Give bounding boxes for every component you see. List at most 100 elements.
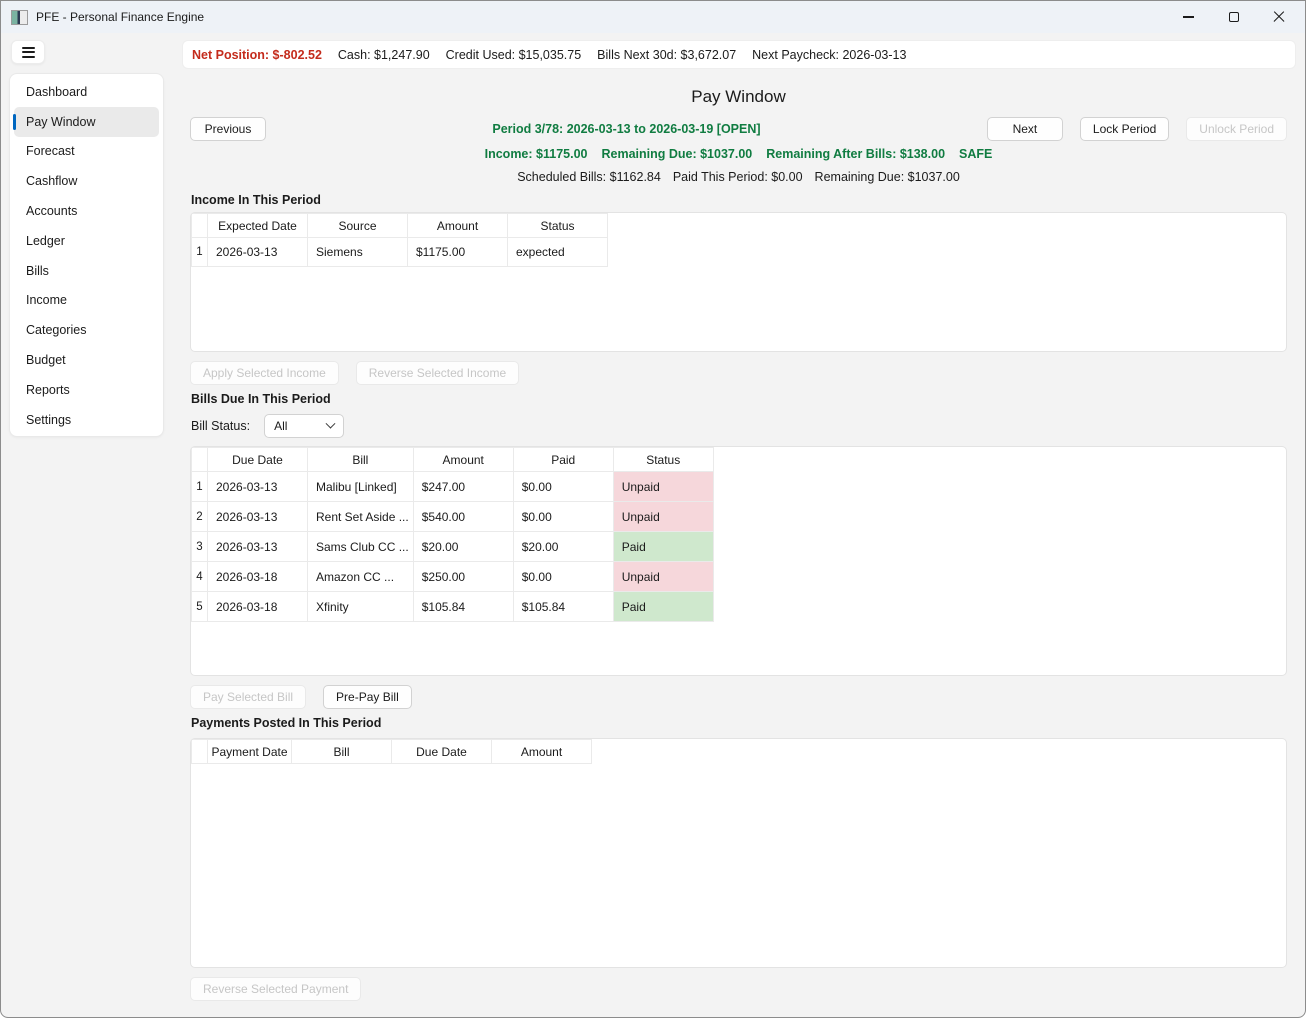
income-actions: Apply Selected Income Reverse Selected I…: [190, 361, 519, 385]
summary-income: Income: $1175.00: [485, 147, 588, 161]
bill-due-date-cell[interactable]: 2026-03-13: [208, 472, 308, 502]
bill-paid-cell[interactable]: $0.00: [513, 472, 613, 502]
sidebar-item-accounts[interactable]: Accounts: [14, 196, 159, 226]
income-status-cell[interactable]: expected: [508, 238, 608, 267]
summary-scheduled-bills: Scheduled Bills: $1162.84: [517, 170, 661, 184]
row-number[interactable]: 5: [192, 592, 208, 622]
income-col-source: Source: [308, 214, 408, 238]
bill-paid-cell[interactable]: $0.00: [513, 562, 613, 592]
app-icon: [11, 10, 28, 25]
sidebar-item-ledger[interactable]: Ledger: [14, 226, 159, 256]
next-period-button[interactable]: Next: [987, 117, 1063, 141]
bill-due-date-cell[interactable]: 2026-03-18: [208, 592, 308, 622]
income-row[interactable]: 1 2026-03-13 Siemens $1175.00 expected: [192, 238, 608, 267]
sidebar-item-pay-window[interactable]: Pay Window: [14, 107, 159, 137]
apply-selected-income-button[interactable]: Apply Selected Income: [190, 361, 339, 385]
row-number[interactable]: 1: [192, 472, 208, 502]
pay-selected-bill-button[interactable]: Pay Selected Bill: [190, 685, 306, 709]
page-title: Pay Window: [190, 87, 1287, 107]
bill-amount-cell[interactable]: $247.00: [413, 472, 513, 502]
sidebar-item-dashboard[interactable]: Dashboard: [14, 77, 159, 107]
menu-button[interactable]: [11, 40, 45, 64]
bill-amount-cell[interactable]: $105.84: [413, 592, 513, 622]
minimize-icon: [1183, 16, 1194, 18]
sidebar-item-cashflow[interactable]: Cashflow: [14, 166, 159, 196]
lock-period-button[interactable]: Lock Period: [1080, 117, 1169, 141]
bill-status-select[interactable]: All: [264, 414, 344, 438]
bill-row[interactable]: 4 2026-03-18 Amazon CC ... $250.00 $0.00…: [192, 562, 714, 592]
previous-period-button[interactable]: Previous: [190, 117, 266, 141]
payment-actions: Reverse Selected Payment: [190, 977, 361, 1001]
bills-header-row: Due Date Bill Amount Paid Status: [192, 448, 714, 472]
bill-row[interactable]: 3 2026-03-13 Sams Club CC ... $20.00 $20…: [192, 532, 714, 562]
bill-status-cell[interactable]: Paid: [613, 532, 713, 562]
reverse-selected-payment-button[interactable]: Reverse Selected Payment: [190, 977, 361, 1001]
income-expected-date-cell[interactable]: 2026-03-13: [208, 238, 308, 267]
bill-row[interactable]: 1 2026-03-13 Malibu [Linked] $247.00 $0.…: [192, 472, 714, 502]
bill-amount-cell[interactable]: $20.00: [413, 532, 513, 562]
status-bar: Net Position: $-802.52 Cash: $1,247.90 C…: [182, 40, 1296, 69]
row-number[interactable]: 3: [192, 532, 208, 562]
bill-row[interactable]: 5 2026-03-18 Xfinity $105.84 $105.84 Pai…: [192, 592, 714, 622]
bill-due-date-cell[interactable]: 2026-03-13: [208, 532, 308, 562]
bill-status-cell[interactable]: Paid: [613, 592, 713, 622]
sidebar-nav: Dashboard Pay Window Forecast Cashflow A…: [9, 73, 164, 437]
bill-due-date-cell[interactable]: 2026-03-13: [208, 502, 308, 532]
bills-table: Due Date Bill Amount Paid Status 1 2026-…: [190, 446, 1287, 676]
bill-name-cell[interactable]: Xfinity: [308, 592, 414, 622]
bill-status-cell[interactable]: Unpaid: [613, 562, 713, 592]
sidebar-item-forecast[interactable]: Forecast: [14, 137, 159, 167]
income-table: Expected Date Source Amount Status 1 202…: [190, 212, 1287, 352]
bill-name-cell[interactable]: Malibu [Linked]: [308, 472, 414, 502]
bill-paid-cell[interactable]: $20.00: [513, 532, 613, 562]
bill-name-cell[interactable]: Amazon CC ...: [308, 562, 414, 592]
unlock-period-button[interactable]: Unlock Period: [1186, 117, 1287, 141]
summary-safety-status: SAFE: [959, 147, 992, 161]
bills-next-30d-value: Bills Next 30d: $3,672.07: [597, 48, 736, 62]
bill-row[interactable]: 2 2026-03-13 Rent Set Aside ... $540.00 …: [192, 502, 714, 532]
income-col-status: Status: [508, 214, 608, 238]
sidebar-item-categories[interactable]: Categories: [14, 315, 159, 345]
bill-name-cell[interactable]: Sams Club CC ...: [308, 532, 414, 562]
reverse-selected-income-button[interactable]: Reverse Selected Income: [356, 361, 519, 385]
payments-col-bill: Bill: [292, 740, 392, 764]
bills-section-title: Bills Due In This Period: [191, 392, 331, 406]
minimize-button[interactable]: [1166, 1, 1211, 33]
sidebar-item-budget[interactable]: Budget: [14, 345, 159, 375]
bill-actions: Pay Selected Bill Pre-Pay Bill: [190, 685, 412, 709]
close-button[interactable]: [1256, 1, 1301, 33]
bill-amount-cell[interactable]: $540.00: [413, 502, 513, 532]
bill-status-cell[interactable]: Unpaid: [613, 502, 713, 532]
cash-value: Cash: $1,247.90: [338, 48, 430, 62]
sidebar-item-reports[interactable]: Reports: [14, 375, 159, 405]
bill-due-date-cell[interactable]: 2026-03-18: [208, 562, 308, 592]
net-position-value: Net Position: $-802.52: [192, 48, 322, 62]
window-controls: [1166, 1, 1301, 33]
bill-name-cell[interactable]: Rent Set Aside ...: [308, 502, 414, 532]
close-icon: [1273, 11, 1285, 23]
period-label: Period 3/78: 2026-03-13 to 2026-03-19 [O…: [266, 122, 987, 136]
row-number[interactable]: 4: [192, 562, 208, 592]
sidebar-item-income[interactable]: Income: [14, 286, 159, 316]
sidebar-item-settings[interactable]: Settings: [14, 405, 159, 435]
income-source-cell[interactable]: Siemens: [308, 238, 408, 267]
app-window: PFE - Personal Finance Engine Net Positi…: [0, 0, 1306, 1018]
bills-col-bill: Bill: [308, 448, 414, 472]
payments-header-row: Payment Date Bill Due Date Amount: [192, 740, 592, 764]
credit-used-value: Credit Used: $15,035.75: [446, 48, 582, 62]
pre-pay-bill-button[interactable]: Pre-Pay Bill: [323, 685, 412, 709]
row-number[interactable]: 2: [192, 502, 208, 532]
sidebar-item-bills[interactable]: Bills: [14, 256, 159, 286]
row-number[interactable]: 1: [192, 238, 208, 267]
income-col-amount: Amount: [408, 214, 508, 238]
income-amount-cell[interactable]: $1175.00: [408, 238, 508, 267]
bill-paid-cell[interactable]: $105.84: [513, 592, 613, 622]
bill-paid-cell[interactable]: $0.00: [513, 502, 613, 532]
summary-paid-this-period: Paid This Period: $0.00: [673, 170, 803, 184]
bill-amount-cell[interactable]: $250.00: [413, 562, 513, 592]
period-summary-primary: Income: $1175.00 Remaining Due: $1037.00…: [190, 147, 1287, 161]
hamburger-menu-icon: [22, 47, 35, 58]
maximize-button[interactable]: [1211, 1, 1256, 33]
bill-status-cell[interactable]: Unpaid: [613, 472, 713, 502]
payments-table: Payment Date Bill Due Date Amount: [190, 738, 1287, 968]
